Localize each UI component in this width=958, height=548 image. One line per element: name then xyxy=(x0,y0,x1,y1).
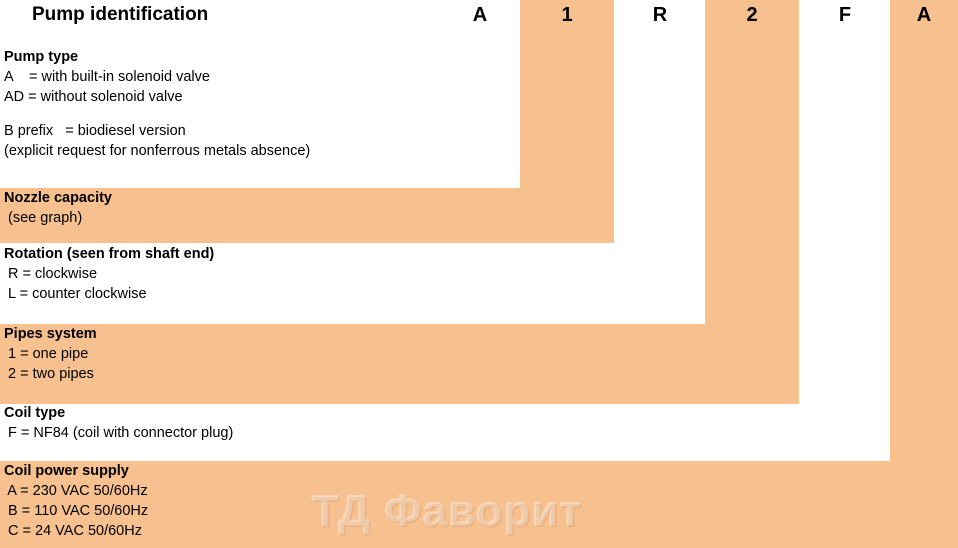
section-pump-type: Pump type A = with built-in solenoid valv… xyxy=(4,48,310,161)
code-character-1: A xyxy=(472,4,488,26)
section-title-rotation: Rotation (seen from shaft end) xyxy=(4,246,215,262)
section-band-pipes-system xyxy=(0,324,799,404)
section-line: 2 = two pipes xyxy=(4,366,94,382)
code-column-block-col-2 xyxy=(705,0,799,324)
section-line: B = 110 VAC 50/60Hz xyxy=(4,503,149,519)
section-line: AD = without solenoid valve xyxy=(4,89,183,105)
code-character-4: 2 xyxy=(746,4,758,26)
code-character-5: F xyxy=(838,4,852,26)
section-line: F = NF84 (coil with connector plug) xyxy=(4,425,234,441)
section-title-coil-type: Coil type xyxy=(4,405,66,421)
section-title-pump-type: Pump type xyxy=(4,49,79,65)
section-line: (explicit request for nonferrous metals … xyxy=(4,143,311,159)
section-coil-power-supply: Coil power supply A = 230 VAC 50/60Hz B … xyxy=(4,462,148,541)
section-line: L = counter clockwise xyxy=(4,286,147,302)
section-line: (see graph) xyxy=(4,210,83,226)
section-line: C = 24 VAC 50/60Hz xyxy=(4,523,142,539)
code-column-block-col-a xyxy=(890,0,958,461)
section-title-coil-power-supply: Coil power supply xyxy=(4,463,129,479)
section-rotation: Rotation (seen from shaft end) R = clock… xyxy=(4,245,214,304)
pump-identification-diagram: Pump identification A 1 R 2 F A Pump type A = … xyxy=(0,0,958,548)
code-column-block-col-1 xyxy=(520,0,614,188)
section-title-nozzle-capacity: Nozzle capacity xyxy=(4,190,112,206)
section-line: 1 = one pipe xyxy=(4,346,89,362)
code-character-6: A xyxy=(916,4,932,26)
code-character-2: 1 xyxy=(561,4,573,26)
page-title: Pump identification xyxy=(32,4,209,25)
section-pipes-system: Pipes system 1 = one pipe 2 = two pipes xyxy=(4,325,97,384)
section-line: B prefix = biodiesel version xyxy=(4,123,186,139)
section-coil-type: Coil type F = NF84 (coil with connector … xyxy=(4,404,233,443)
section-title-pipes-system: Pipes system xyxy=(4,326,97,342)
section-line: A = 230 VAC 50/60Hz xyxy=(4,483,148,499)
code-character-3: R xyxy=(652,4,668,26)
section-line: R = clockwise xyxy=(4,266,98,282)
section-line: A = with built-in solenoid valve xyxy=(4,69,210,85)
section-nozzle-capacity: Nozzle capacity (see graph) xyxy=(4,189,112,228)
